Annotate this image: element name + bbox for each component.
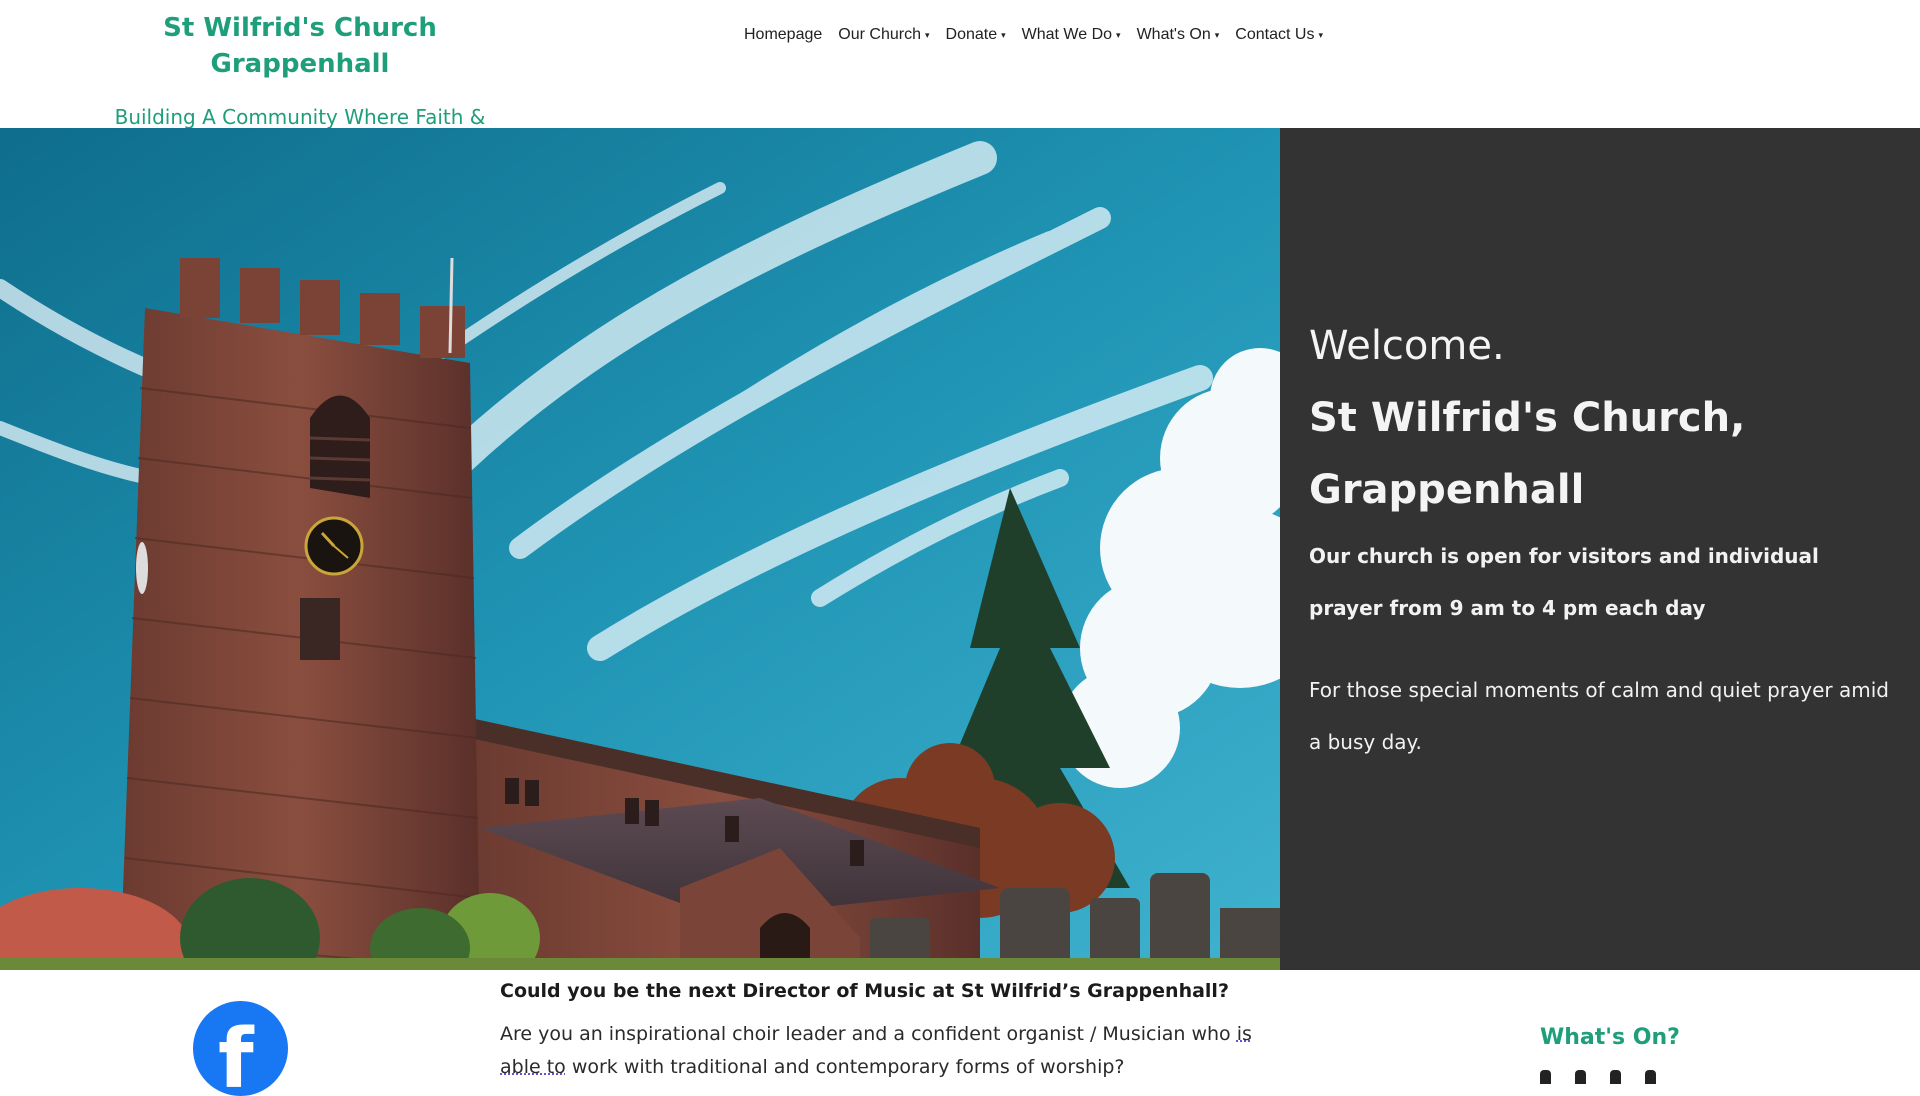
nav-donate-label: Donate bbox=[945, 26, 998, 44]
welcome-heading: Welcome. bbox=[1309, 323, 1505, 369]
article-body-text: Are you an inspirational choir leader an… bbox=[500, 1023, 1237, 1045]
site-title[interactable]: St Wilfrid's Church Grappenhall bbox=[100, 10, 500, 82]
nav-our-church-label: Our Church bbox=[838, 26, 921, 44]
chevron-down-icon: ▾ bbox=[924, 30, 930, 40]
chevron-down-icon: ▾ bbox=[1214, 30, 1220, 40]
church-name-line2: Grappenhall bbox=[1309, 467, 1585, 513]
nav-homepage-label: Homepage bbox=[744, 26, 823, 43]
welcome-panel: Welcome. St Wilfrid's Church, Grappenhal… bbox=[1280, 128, 1920, 970]
chevron-down-icon: ▾ bbox=[1116, 30, 1121, 40]
welcome-content: Welcome. St Wilfrid's Church, Grappenhal… bbox=[1309, 310, 1889, 768]
facebook-icon[interactable]: f bbox=[193, 1001, 288, 1096]
nav-whats-on[interactable]: What's On ▾ bbox=[1129, 24, 1228, 46]
nav-what-we-do-label: What We Do bbox=[1021, 26, 1113, 44]
article-body: Are you an inspirational choir leader an… bbox=[500, 1018, 1280, 1084]
bullet-icon bbox=[1610, 1070, 1621, 1084]
nav-contact-us-label: Contact Us bbox=[1235, 26, 1315, 44]
nav-what-we-do[interactable]: What We Do ▾ bbox=[1014, 24, 1129, 46]
bullet-icon bbox=[1540, 1070, 1551, 1084]
bullet-icon bbox=[1575, 1070, 1586, 1084]
hero-church-photo bbox=[0, 128, 1280, 970]
nav-donate[interactable]: Donate ▾ bbox=[938, 24, 1014, 46]
content-section: f Could you be the next Director of Musi… bbox=[0, 970, 1920, 1096]
news-article: Could you be the next Director of Music … bbox=[500, 978, 1280, 1084]
whats-on-heading: What's On? bbox=[1540, 1025, 1680, 1050]
main-nav: Homepage Our Church ▾ Donate ▾ What We Do ▾… bbox=[736, 24, 1331, 46]
chevron-down-icon: ▾ bbox=[1318, 30, 1323, 40]
chevron-down-icon: ▾ bbox=[1001, 30, 1006, 40]
nav-our-church[interactable]: Our Church ▾ bbox=[830, 24, 937, 46]
nav-homepage[interactable]: Homepage bbox=[736, 24, 830, 46]
site-header: St Wilfrid's Church Grappenhall Building… bbox=[0, 0, 1920, 155]
whats-on-list-markers bbox=[1540, 1070, 1656, 1084]
church-photo-illustration bbox=[0, 128, 1280, 970]
nav-whats-on-label: What's On bbox=[1136, 26, 1211, 44]
nav-contact-us[interactable]: Contact Us ▾ bbox=[1227, 24, 1331, 46]
opening-hours-text: Our church is open for visitors and indi… bbox=[1309, 544, 1819, 620]
bullet-icon bbox=[1645, 1070, 1656, 1084]
church-name-line1: St Wilfrid's Church, bbox=[1309, 395, 1746, 441]
article-body-text-end: work with traditional and contemporary f… bbox=[565, 1056, 1125, 1078]
prayer-text: For those special moments of calm and qu… bbox=[1309, 678, 1889, 754]
article-title: Could you be the next Director of Music … bbox=[500, 980, 1229, 1002]
